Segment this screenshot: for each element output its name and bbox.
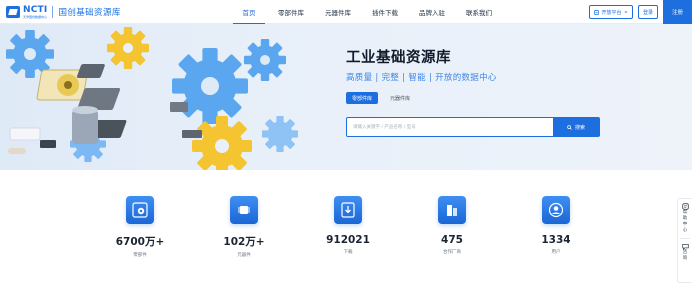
search-button-label: 搜索 [574, 124, 585, 131]
consult-link[interactable]: 咨询 [682, 250, 688, 262]
logo-divider [52, 6, 54, 18]
stat-label: 下载 [343, 250, 353, 255]
site-name: 国创基础资源库 [58, 8, 121, 18]
hero-banner: 工业基础资源库 高质量 | 完整 | 智能 | 开放的数据中心 零部件库 元器件… [0, 24, 692, 170]
search-bar: 搜索 [346, 117, 600, 137]
chevron-down-icon [624, 11, 627, 14]
stat-label: 元器件 [237, 253, 251, 258]
hero-illustration [5, 27, 298, 170]
stat-value: 102万+ [223, 236, 265, 248]
stat-label: 用户 [551, 250, 561, 255]
help-center-link[interactable]: 帮助中心 [682, 210, 688, 234]
nav-contact-us[interactable]: 联系我们 [457, 0, 501, 24]
nav-brand-entry[interactable]: 品牌入驻 [410, 0, 454, 24]
stat-components: 102万+ 元器件 [192, 196, 296, 276]
tab-parts-library[interactable]: 零部件库 [346, 92, 379, 104]
chip-icon [230, 196, 258, 224]
nav-plugin-download[interactable]: 插件下载 [363, 0, 407, 24]
download-icon [334, 196, 362, 224]
logo-ncti-text: NCTI [23, 4, 48, 15]
logo-subtext: 天津国创数据中心 [23, 14, 48, 19]
open-platform-label: 开放平台 [601, 9, 622, 16]
register-button[interactable]: 注册 [663, 0, 692, 24]
stat-downloads: 912021 下载 [296, 196, 400, 276]
nav-parts-library[interactable]: 零部件库 [269, 0, 313, 24]
stat-label: 合作厂商 [443, 250, 461, 255]
side-divider [680, 238, 690, 239]
nav-home[interactable]: 首页 [233, 0, 265, 24]
stat-users: 1334 用户 [504, 196, 608, 276]
gear-icon [126, 196, 154, 224]
stat-value: 1334 [541, 234, 571, 246]
open-platform-button[interactable]: 开放平台 [589, 5, 633, 19]
chat-icon [681, 244, 689, 250]
tab-components-library[interactable]: 元器件库 [384, 92, 416, 104]
stats-section: 6700万+ 零部件 102万+ 元器件 912021 下载 475 合作厂商 … [88, 196, 608, 276]
stat-value: 475 [441, 234, 463, 246]
stat-value: 912021 [326, 234, 370, 246]
search-category-tabs: 零部件库 元器件库 [346, 92, 416, 104]
platform-icon [594, 9, 600, 15]
stat-label: 零部件 [133, 253, 147, 258]
stat-partners: 475 合作厂商 [400, 196, 504, 276]
search-input[interactable] [347, 118, 553, 136]
search-icon [567, 124, 572, 130]
help-icon [681, 203, 689, 210]
nav-components-library[interactable]: 元器件库 [316, 0, 360, 24]
hero-title: 工业基础资源库 [346, 50, 451, 66]
search-button[interactable]: 搜索 [553, 118, 599, 136]
login-button[interactable]: 登录 [638, 5, 658, 19]
hero-subtitle: 高质量 | 完整 | 智能 | 开放的数据中心 [346, 73, 497, 83]
stat-value: 6700万+ [115, 236, 165, 248]
site-logo[interactable]: NCTI 天津国创数据中心 国创基础资源库 [6, 4, 121, 20]
stat-parts: 6700万+ 零部件 [88, 196, 192, 276]
user-icon [542, 196, 570, 224]
top-header: NCTI 天津国创数据中心 国创基础资源库 首页 零部件库 元器件库 插件下载 … [0, 0, 692, 24]
ncti-logo-icon [6, 6, 20, 18]
building-icon [438, 196, 466, 224]
main-nav: 首页 零部件库 元器件库 插件下载 品牌入驻 联系我们 [233, 0, 501, 24]
floating-help-panel: 帮助中心 咨询 [677, 198, 692, 283]
capacitor-icon [72, 106, 98, 144]
